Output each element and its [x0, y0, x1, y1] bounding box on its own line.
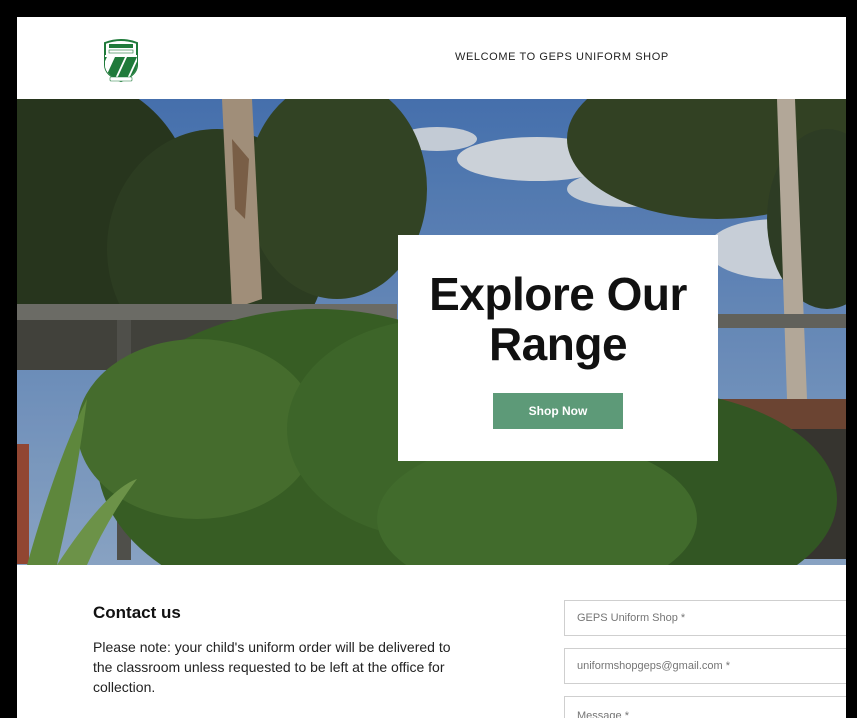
hero-heading-line2: Range — [488, 318, 628, 370]
hero-heading: Explore Our Range — [398, 269, 718, 369]
shop-now-button[interactable]: Shop Now — [493, 393, 623, 429]
site-header: WELCOME TO GEPS UNIFORM SHOP — [17, 17, 846, 99]
screen-frame-right — [846, 0, 857, 718]
email-field[interactable] — [564, 648, 846, 684]
screen-frame-left — [0, 0, 17, 718]
school-crest-icon[interactable] — [97, 35, 145, 83]
name-field[interactable] — [564, 600, 846, 636]
hero-banner: Explore Our Range Shop Now — [17, 99, 846, 565]
contact-section: Contact us Please note: your child's uni… — [17, 565, 846, 718]
contact-note: Please note: your child's uniform order … — [93, 639, 451, 695]
hero-card: Explore Our Range Shop Now — [398, 235, 718, 461]
contact-title: Contact us — [93, 603, 181, 622]
hero-heading-line1: Explore Our — [429, 268, 687, 320]
page: WELCOME TO GEPS UNIFORM SHOP Explore Our… — [17, 17, 846, 718]
site-title: WELCOME TO GEPS UNIFORM SHOP — [455, 51, 669, 63]
message-field[interactable] — [564, 696, 846, 718]
screen-frame-top — [0, 0, 857, 17]
